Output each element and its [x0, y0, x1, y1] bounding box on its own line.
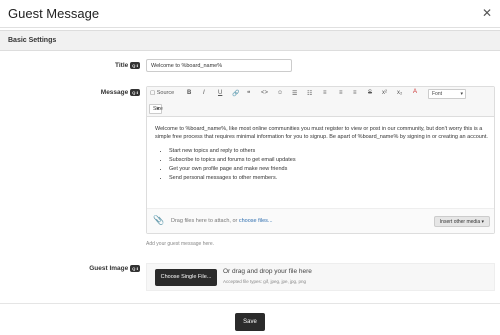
- file-upload-area[interactable]: Choose Single File... Or drag and drop y…: [146, 263, 495, 291]
- link-icon[interactable]: 🔗: [232, 90, 239, 97]
- quote-icon[interactable]: ❝: [247, 90, 250, 97]
- section-title: Basic Settings: [8, 37, 57, 44]
- text-color-icon[interactable]: A: [413, 89, 417, 95]
- editor-content[interactable]: Welcome to %board_name%, like most onlin…: [155, 125, 490, 183]
- underline-button[interactable]: U: [218, 90, 222, 96]
- message-label: Message Q ℹ: [100, 89, 140, 97]
- list-item: Start new topics and reply to others: [169, 147, 490, 156]
- insert-media-button[interactable]: Insert other media ▾: [433, 216, 490, 227]
- spoiler-icon[interactable]: ☺: [277, 90, 283, 96]
- guest-image-info-badge[interactable]: Q ℹ: [130, 265, 140, 272]
- choose-files-link[interactable]: choose files...: [239, 218, 273, 224]
- superscript-button[interactable]: x²: [382, 90, 387, 96]
- title-label: Title Q ℹ: [115, 62, 140, 70]
- chevron-down-icon: ▾: [156, 106, 159, 112]
- source-icon: ▢: [150, 90, 156, 96]
- list-item: Send personal messages to other members.: [169, 174, 490, 183]
- message-info-badge[interactable]: Q ℹ: [130, 89, 140, 96]
- list-item: Subscribe to topics and forums to get em…: [169, 156, 490, 165]
- content-paragraph: Welcome to %board_name%, like most onlin…: [155, 126, 488, 140]
- subscript-button[interactable]: x₂: [397, 90, 402, 96]
- message-hint: Add your guest message here.: [146, 241, 215, 247]
- bulleted-list-icon[interactable]: ☰: [292, 90, 297, 97]
- bold-button[interactable]: B: [187, 90, 191, 96]
- numbered-list-icon[interactable]: ☷: [307, 90, 312, 97]
- code-icon[interactable]: <>: [261, 90, 268, 96]
- rich-text-editor[interactable]: ▢ Source B I U 🔗 ❝ <> ☺ ☰ ☷ ≡ ≡ ≡ S x² x…: [146, 86, 495, 234]
- list-item: Get your own profile page and make new f…: [169, 165, 490, 174]
- choose-file-button[interactable]: Choose Single File...: [155, 269, 217, 286]
- title-input[interactable]: [146, 59, 292, 72]
- content-list: Start new topics and reply to others Sub…: [169, 147, 490, 183]
- source-button[interactable]: ▢ Source: [150, 90, 174, 96]
- strikethrough-button[interactable]: S: [368, 90, 372, 96]
- title-info-badge[interactable]: Q ℹ: [130, 62, 140, 69]
- chevron-down-icon: ▾: [460, 91, 463, 97]
- drop-text: Or drag and drop your file here: [223, 268, 312, 275]
- align-right-icon[interactable]: ≡: [353, 90, 357, 96]
- font-select[interactable]: Font ▾: [428, 89, 466, 99]
- italic-button[interactable]: I: [203, 90, 205, 96]
- accepted-file-types: Accepted file types: gif, jpeg, jpe, jpg…: [223, 279, 307, 284]
- paperclip-icon: 📎: [153, 215, 165, 225]
- dialog-footer: Save: [0, 303, 500, 335]
- dialog-title: Guest Message: [8, 6, 100, 21]
- align-center-icon[interactable]: ≡: [339, 90, 343, 96]
- section-header: Basic Settings: [0, 30, 500, 51]
- editor-toolbar: ▢ Source B I U 🔗 ❝ <> ☺ ☰ ☷ ≡ ≡ ≡ S x² x…: [147, 87, 494, 117]
- attachment-area[interactable]: 📎 Drag files here to attach, or choose f…: [147, 208, 494, 233]
- align-left-icon[interactable]: ≡: [323, 90, 327, 96]
- save-button[interactable]: Save: [235, 313, 265, 331]
- close-icon[interactable]: ✕: [482, 6, 492, 20]
- size-select[interactable]: Size ▾: [149, 104, 163, 114]
- attach-text: Drag files here to attach, or: [171, 218, 239, 224]
- guest-image-label: Guest Image Q ℹ: [89, 265, 140, 273]
- dialog-header: Guest Message ✕: [0, 0, 500, 28]
